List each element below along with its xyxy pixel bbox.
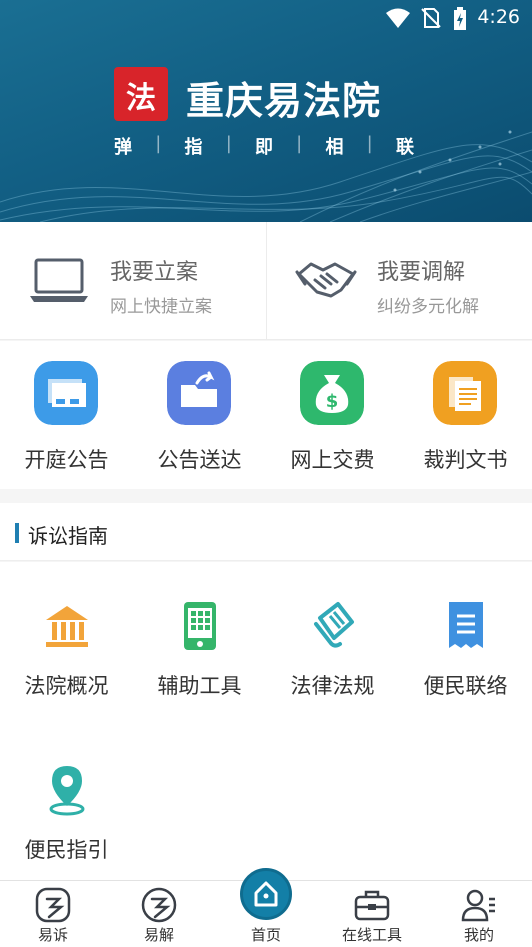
quick-item-court-notice[interactable]: 开庭公告 — [0, 341, 133, 489]
guide-item-contact[interactable]: 便民联络 — [399, 562, 532, 702]
app-title: 重庆易法院 — [186, 79, 382, 123]
quick-label: 公告送达 — [157, 448, 242, 472]
guide-item-court-overview[interactable]: 法院概况 — [0, 562, 133, 702]
slogan-separator: | — [366, 133, 373, 154]
svg-text:$: $ — [326, 391, 339, 412]
header-banner: 4:26 法 重庆易法院 弹 | 指 | 即 | 相 | 联 — [0, 0, 532, 222]
quick-label: 网上交费 — [290, 448, 375, 472]
file-case-subtitle: 网上快捷立案 — [110, 297, 212, 317]
profile-icon — [461, 889, 495, 922]
quick-label: 裁判文书 — [423, 448, 508, 472]
toolbox-icon — [354, 890, 390, 921]
documents-icon — [433, 361, 497, 425]
courthouse-icon — [46, 606, 88, 647]
slogan-char: 指 — [184, 137, 203, 158]
nav-label: 我的 — [463, 926, 494, 944]
nav-label: 易诉 — [37, 926, 68, 944]
guide-item-tools[interactable]: 辅助工具 — [133, 562, 266, 702]
mediation-subtitle: 纠纷多元化解 — [377, 297, 479, 317]
guide-label: 便民联络 — [423, 674, 508, 698]
quick-item-notice-delivery[interactable]: 公告送达 — [133, 341, 266, 489]
money-bag-icon: $ — [300, 361, 364, 425]
guide-label: 法律法规 — [290, 674, 375, 698]
home-icon — [254, 881, 278, 907]
bottom-navigation: 易诉 易解 首页 在线工具 我的 — [0, 868, 532, 947]
litigation-guide-grid: 法院概况 辅助工具 法律法规 便民联络 便民指引 — [0, 562, 532, 880]
slogan-separator: | — [155, 133, 162, 154]
slogan-char: 弹 — [114, 137, 132, 158]
litigation-guide-header: 诉讼指南 — [0, 503, 532, 561]
section-title: 诉讼指南 — [28, 524, 108, 548]
guide-label: 便民指引 — [24, 838, 109, 862]
quick-services: 开庭公告 公告送达 $ 网上交费 裁判文书 — [0, 341, 532, 489]
court-logo: 法 — [114, 67, 168, 121]
slogan-separator: | — [296, 133, 303, 154]
receipt-icon — [449, 602, 483, 648]
nav-label: 在线工具 — [341, 926, 402, 944]
nav-item-home[interactable]: 首页 — [213, 868, 319, 947]
slogan-char: 即 — [254, 137, 273, 158]
nav-item-yisu[interactable]: 易诉 — [0, 881, 106, 947]
slogan-char: 相 — [325, 137, 344, 158]
mediation-title: 我要调解 — [377, 260, 466, 285]
file-case-card[interactable]: 我要立案 网上快捷立案 — [0, 222, 266, 340]
court-notice-icon — [34, 361, 98, 425]
quick-item-judgments[interactable]: 裁判文书 — [399, 341, 532, 489]
status-bar: 4:26 — [0, 0, 532, 36]
nav-item-profile[interactable]: 我的 — [426, 881, 532, 947]
slogan-char: 联 — [395, 137, 414, 158]
quick-label: 开庭公告 — [24, 448, 109, 472]
laptop-icon — [30, 258, 88, 302]
handshake-icon — [295, 262, 357, 298]
guide-item-directions[interactable]: 便民指引 — [0, 726, 133, 866]
calculator-icon — [184, 602, 216, 650]
mediation-card[interactable]: 我要调解 纠纷多元化解 — [266, 222, 532, 340]
nav-label: 首页 — [250, 926, 281, 944]
battery-charging-icon — [454, 7, 466, 30]
guide-label: 辅助工具 — [157, 674, 242, 698]
file-case-title: 我要立案 — [110, 260, 199, 285]
primary-actions: 我要立案 网上快捷立案 我要调解 纠纷多元化解 — [0, 222, 532, 340]
quick-item-online-payment[interactable]: $ 网上交费 — [266, 341, 399, 489]
yijie-icon — [141, 887, 177, 923]
location-pin-icon — [49, 766, 85, 816]
home-button[interactable] — [240, 868, 292, 920]
nav-item-online-tools[interactable]: 在线工具 — [319, 881, 425, 947]
no-sim-icon — [421, 8, 441, 28]
wifi-icon — [386, 8, 410, 28]
app-screen: 4:26 法 重庆易法院 弹 | 指 | 即 | 相 | 联 我要立案 网上快捷… — [0, 0, 532, 947]
yisu-icon — [35, 887, 71, 923]
logo-glyph: 法 — [126, 81, 156, 116]
guide-item-laws[interactable]: 法律法规 — [266, 562, 399, 702]
folder-share-icon — [167, 361, 231, 425]
slogan: 弹 | 指 | 即 | 相 | 联 — [114, 133, 414, 159]
slogan-separator: | — [225, 133, 232, 154]
nav-item-yijie[interactable]: 易解 — [106, 881, 212, 947]
scroll-icon — [314, 602, 354, 648]
status-time: 4:26 — [477, 6, 520, 28]
nav-label: 易解 — [143, 926, 174, 944]
guide-label: 法院概况 — [24, 674, 109, 698]
section-accent-bar — [15, 523, 19, 543]
